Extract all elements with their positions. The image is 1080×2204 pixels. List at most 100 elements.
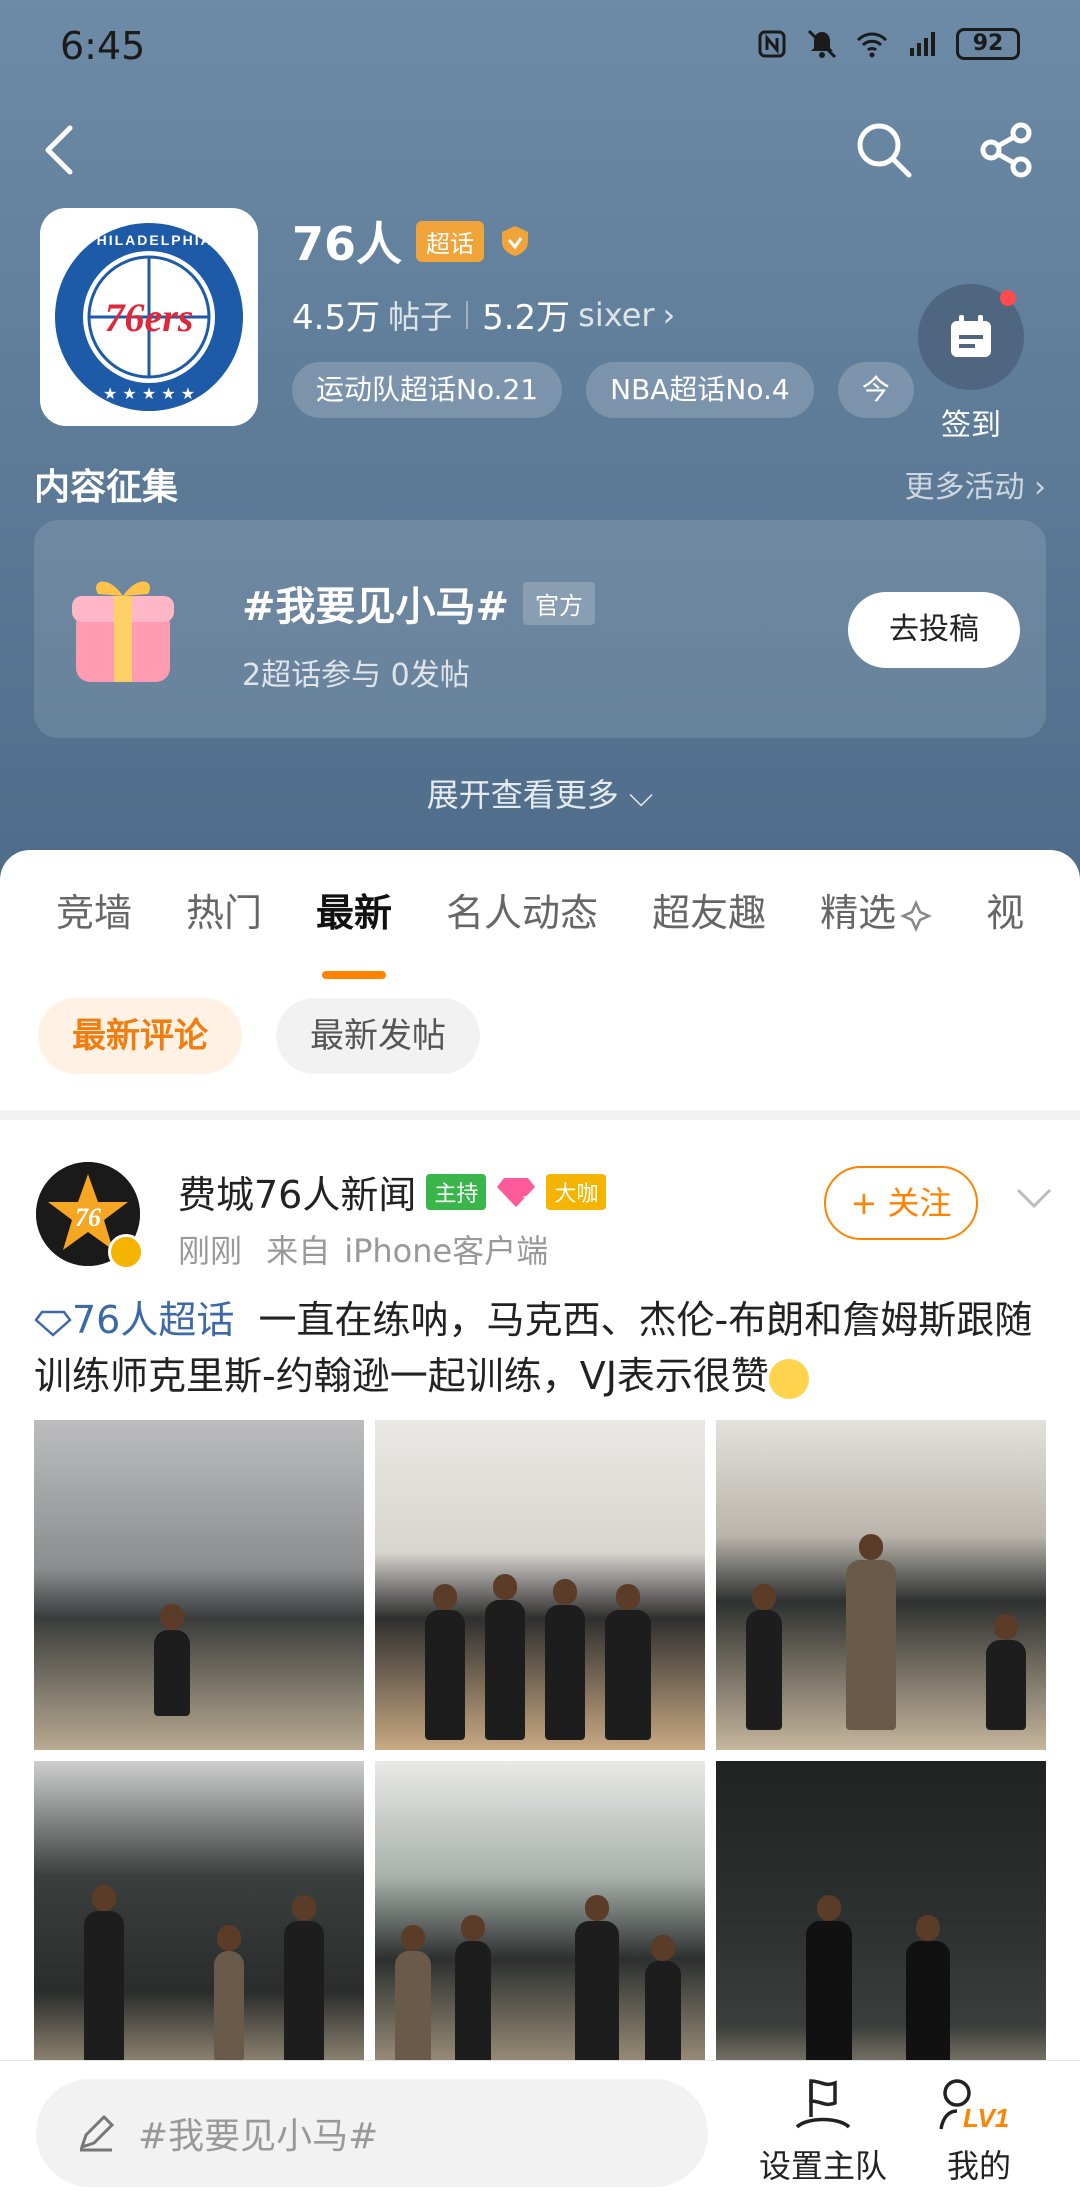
gem-level-icon: 13 <box>497 1177 536 1208</box>
photo-figure-head <box>461 1915 485 1941</box>
photo-figure <box>806 1895 852 2081</box>
fans-chevron-icon: › <box>662 295 676 334</box>
topic-link[interactable]: 76人超话 <box>72 1298 234 1342</box>
follow-button[interactable]: + 关注 <box>824 1166 978 1240</box>
supertopic-header: 6:45 92 76ers PHILADELPHIA ★ ★ ★ ★ ★ 76人… <box>0 0 1080 880</box>
submit-post-button[interactable]: 去投稿 <box>848 592 1020 668</box>
photo-figure <box>605 1584 651 1740</box>
tab-latest[interactable]: 最新 <box>289 882 419 979</box>
verified-badge-icon <box>108 1234 144 1270</box>
emoji-666-icon <box>768 1358 809 1399</box>
tab-competition-wall[interactable]: 竞墙 <box>0 882 159 937</box>
photo-figure-head <box>433 1584 457 1610</box>
posts-count: 4.5万 <box>292 298 381 338</box>
svg-text:LV1: LV1 <box>963 2103 1009 2133</box>
post-source-prefix: 来自 <box>266 1232 331 1270</box>
subtab-latest-comments[interactable]: 最新评论 <box>38 998 242 1074</box>
photo-figure-head <box>817 1895 841 1921</box>
tab-label: 名人动态 <box>446 891 599 935</box>
post-photo[interactable] <box>716 1420 1046 1750</box>
wifi-icon <box>856 32 888 58</box>
photo-figure <box>214 1925 244 2061</box>
chevron-down-icon[interactable] <box>1012 1176 1056 1220</box>
set-home-team-label: 设置主队 <box>758 2147 887 2185</box>
signin-button[interactable]: 签到 <box>918 284 1024 444</box>
status-bar: 6:45 92 <box>0 0 1080 90</box>
tab-fan-fun[interactable]: 超友趣 <box>625 882 793 937</box>
sparkle-icon <box>900 899 933 932</box>
sixers-logo-icon: 76ers PHILADELPHIA ★ ★ ★ ★ ★ <box>55 223 243 411</box>
supertopic-title: 76人 <box>292 217 403 271</box>
tab-featured[interactable]: 精选 <box>793 882 959 937</box>
activity-title-row: #我要见小马# 官方 <box>242 574 596 632</box>
photo-figure-head <box>916 1915 940 1941</box>
author-name[interactable]: 费城76人新闻 <box>178 1164 416 1219</box>
feed-tabs: 竞墙 热门 最新 名人动态 超友趣 精选 视 <box>0 882 1051 979</box>
compose-placeholder: #我要见小马# <box>138 2116 379 2157</box>
back-button[interactable] <box>28 118 92 182</box>
tab-label: 精选 <box>820 891 897 935</box>
photo-figure-head <box>160 1604 184 1630</box>
post-photo[interactable] <box>375 1761 705 2091</box>
calendar-icon <box>951 315 991 357</box>
post-time: 刚刚 <box>178 1232 243 1270</box>
supertopic-badge: 超话 <box>416 220 485 262</box>
tab-celebrity-updates[interactable]: 名人动态 <box>419 882 625 937</box>
photo-figure-head <box>217 1925 241 1951</box>
activity-subtitle: 2超话参与 0发帖 <box>242 658 470 693</box>
rank-tags: 运动队超话No.21 NBA超话No.4 今 <box>292 362 914 418</box>
fans-label: sixer <box>578 295 655 334</box>
fans-count: 5.2万 <box>482 298 571 338</box>
photo-figure <box>575 1895 619 2081</box>
subtab-latest-posts[interactable]: 最新发帖 <box>276 998 480 1074</box>
post-photo[interactable] <box>34 1420 364 1750</box>
team-logo[interactable]: 76ers PHILADELPHIA ★ ★ ★ ★ ★ <box>40 208 258 426</box>
sort-subtabs: 最新评论 最新发帖 <box>38 998 480 1074</box>
post-content[interactable]: 76人超话 一直在练呐，马克西、杰伦-布朗和詹姆斯跟随训练师克里斯-约翰逊一起训… <box>34 1292 1054 1404</box>
signin-label: 签到 <box>941 408 1001 443</box>
gift-box-icon <box>72 581 174 682</box>
photo-figure <box>746 1584 782 1730</box>
author-avatar[interactable]: 76 <box>36 1162 144 1270</box>
photo-figure-head <box>92 1885 116 1911</box>
compose-input[interactable]: #我要见小马# <box>36 2079 708 2187</box>
rank-tag[interactable]: 运动队超话No.21 <box>292 362 563 418</box>
photo-figure-head <box>651 1935 675 1961</box>
title-row: 76人 超话 <box>292 208 532 274</box>
supertopic-stats[interactable]: 4.5万 帖子 5.2万 sixer › <box>292 290 675 339</box>
feed-panel: 竞墙 热门 最新 名人动态 超友趣 精选 视 最新评论 最新发帖 <box>0 850 1080 1110</box>
share-button[interactable] <box>974 118 1038 182</box>
activity-card[interactable]: #我要见小马# 官方 2超话参与 0发帖 去投稿 <box>34 520 1046 738</box>
more-activities-link[interactable]: 更多活动 › <box>904 462 1046 506</box>
tab-label: 竞墙 <box>56 891 133 935</box>
photo-grid <box>34 1420 1046 2091</box>
svg-text:★ ★ ★ ★ ★: ★ ★ ★ ★ ★ <box>103 384 195 403</box>
my-profile-button[interactable]: LV1 我的 <box>924 2075 1034 2187</box>
mute-icon <box>807 29 837 59</box>
status-icons: 92 <box>756 28 1020 60</box>
tab-hot[interactable]: 热门 <box>159 882 289 937</box>
activity-section-title: 内容征集 <box>34 467 179 508</box>
photo-figure-head <box>859 1534 883 1560</box>
level-user-icon: LV1 <box>939 2079 1009 2133</box>
photo-figure <box>545 1579 585 1740</box>
battery-icon: 92 <box>956 28 1020 60</box>
set-home-team-button[interactable]: 设置主队 <box>748 2075 898 2187</box>
tab-label: 热门 <box>186 891 263 935</box>
search-button[interactable] <box>852 118 916 182</box>
tab-video[interactable]: 视 <box>959 882 1051 937</box>
post-photo[interactable] <box>716 1761 1046 2091</box>
photo-figure-head <box>401 1925 425 1951</box>
activity-title: #我要见小马# <box>242 584 510 630</box>
post-meta: 刚刚 来自 iPhone客户端 <box>178 1226 562 1272</box>
status-time: 6:45 <box>60 24 146 68</box>
tab-label: 超友趣 <box>652 891 767 935</box>
rank-tag[interactable]: 今 <box>837 362 914 418</box>
svg-text:76: 76 <box>75 1203 101 1232</box>
host-badge: 主持 <box>426 1173 487 1210</box>
expand-more-button[interactable]: 展开查看更多 ⌵ <box>0 770 1080 816</box>
rank-tag[interactable]: NBA超话No.4 <box>586 362 814 418</box>
post-photo[interactable] <box>375 1420 705 1750</box>
post-photo[interactable] <box>34 1761 364 2091</box>
photo-figure <box>425 1584 465 1740</box>
